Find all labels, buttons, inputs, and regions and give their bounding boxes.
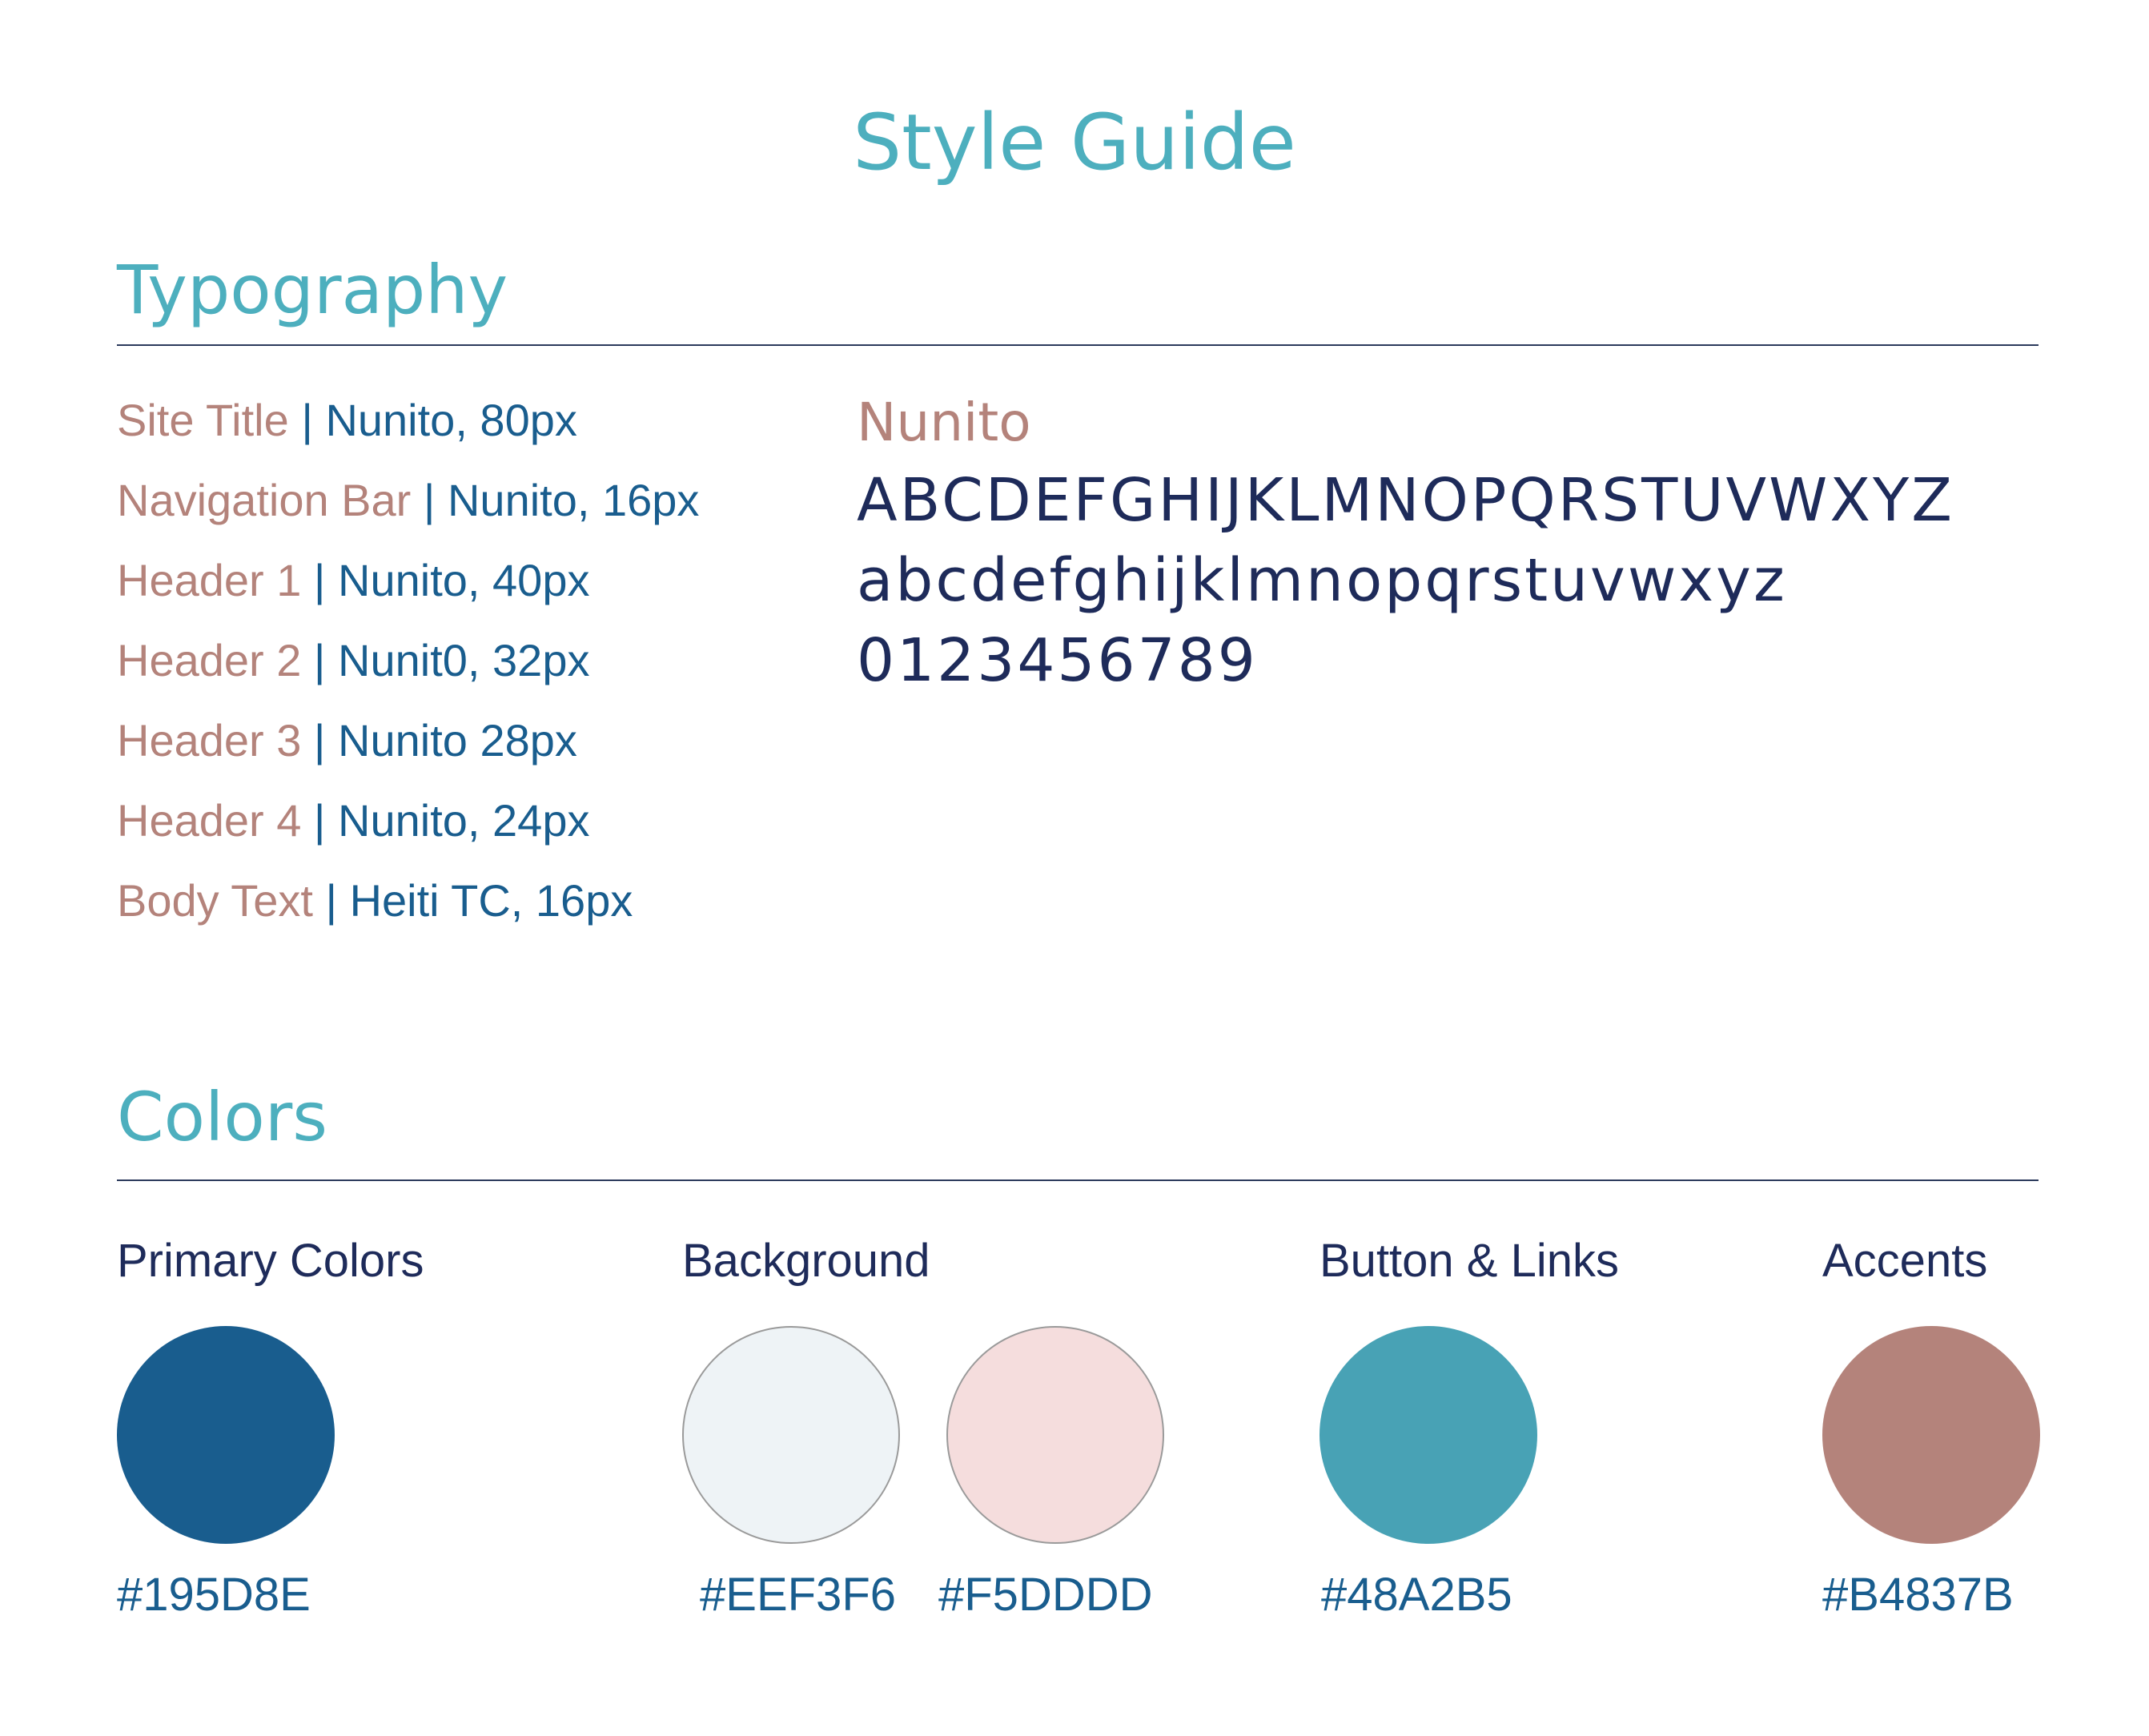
- type-spec: Nunito, 16px: [447, 475, 700, 525]
- type-row-header-2: Header 2 | Nunit0, 32px: [117, 633, 589, 689]
- colors-section-title: Colors: [117, 1078, 328, 1156]
- specimen-uppercase: ABCDEFGHIJKLMNOPQRSTUVWXYZ: [857, 466, 1954, 535]
- hex-label-background-1: #EEF3F6: [700, 1569, 896, 1621]
- hex-label-primary: #195D8E: [117, 1569, 311, 1621]
- type-label: Navigation Bar: [117, 475, 412, 525]
- specimen-digits: 0123456789: [857, 626, 1258, 695]
- type-row-navigation-bar: Navigation Bar | Nunito, 16px: [117, 472, 699, 528]
- type-spec: Nunito, 24px: [338, 795, 590, 846]
- typography-section-title: Typography: [117, 251, 508, 329]
- color-swatch-accent: [1822, 1326, 2040, 1544]
- group-label-accents: Accents: [1822, 1235, 1988, 1287]
- type-spec: Nunit0, 32px: [338, 635, 590, 685]
- type-spec: Nunito, 40px: [338, 555, 590, 605]
- type-separator: |: [301, 635, 339, 685]
- colors-divider: [117, 1179, 2039, 1181]
- type-spec: Nunito, 80px: [325, 395, 577, 445]
- group-label-background: Background: [682, 1235, 930, 1287]
- type-separator: |: [301, 555, 339, 605]
- type-spec: Heiti TC, 16px: [349, 875, 633, 926]
- type-row-header-1: Header 1 | Nunito, 40px: [117, 553, 589, 609]
- type-row-header-3: Header 3 | Nunito 28px: [117, 713, 577, 769]
- typography-divider: [117, 344, 2039, 346]
- specimen-font-name: Nunito: [857, 392, 1031, 453]
- specimen-lowercase: abcdefghijklmnopqrstuvwxyz: [857, 546, 1787, 615]
- page-title: Style Guide: [853, 98, 1296, 187]
- hex-label-accent: #B4837B: [1822, 1569, 2014, 1621]
- type-separator: |: [288, 395, 326, 445]
- type-label: Header 2: [117, 635, 302, 685]
- type-separator: |: [301, 795, 339, 846]
- hex-label-button-links: #48A2B5: [1321, 1569, 1512, 1621]
- type-spec: Nunito 28px: [338, 715, 577, 766]
- type-label: Header 4: [117, 795, 302, 846]
- hex-label-background-2: #F5DDDD: [938, 1569, 1153, 1621]
- color-swatch-background-1: [682, 1326, 900, 1544]
- type-row-header-4: Header 4 | Nunito, 24px: [117, 793, 589, 849]
- type-label: Body Text: [117, 875, 313, 926]
- type-label: Header 1: [117, 555, 302, 605]
- color-swatch-background-2: [946, 1326, 1164, 1544]
- type-label: Header 3: [117, 715, 302, 766]
- type-separator: |: [301, 715, 339, 766]
- type-label: Site Title: [117, 395, 289, 445]
- type-separator: |: [312, 875, 350, 926]
- color-swatch-primary: [117, 1326, 335, 1544]
- group-label-primary: Primary Colors: [117, 1235, 424, 1287]
- type-row-site-title: Site Title | Nunito, 80px: [117, 392, 577, 448]
- type-row-body-text: Body Text | Heiti TC, 16px: [117, 873, 633, 929]
- group-label-buttons-links: Button & Links: [1320, 1235, 1619, 1287]
- color-swatch-button-links: [1320, 1326, 1537, 1544]
- type-separator: |: [411, 475, 448, 525]
